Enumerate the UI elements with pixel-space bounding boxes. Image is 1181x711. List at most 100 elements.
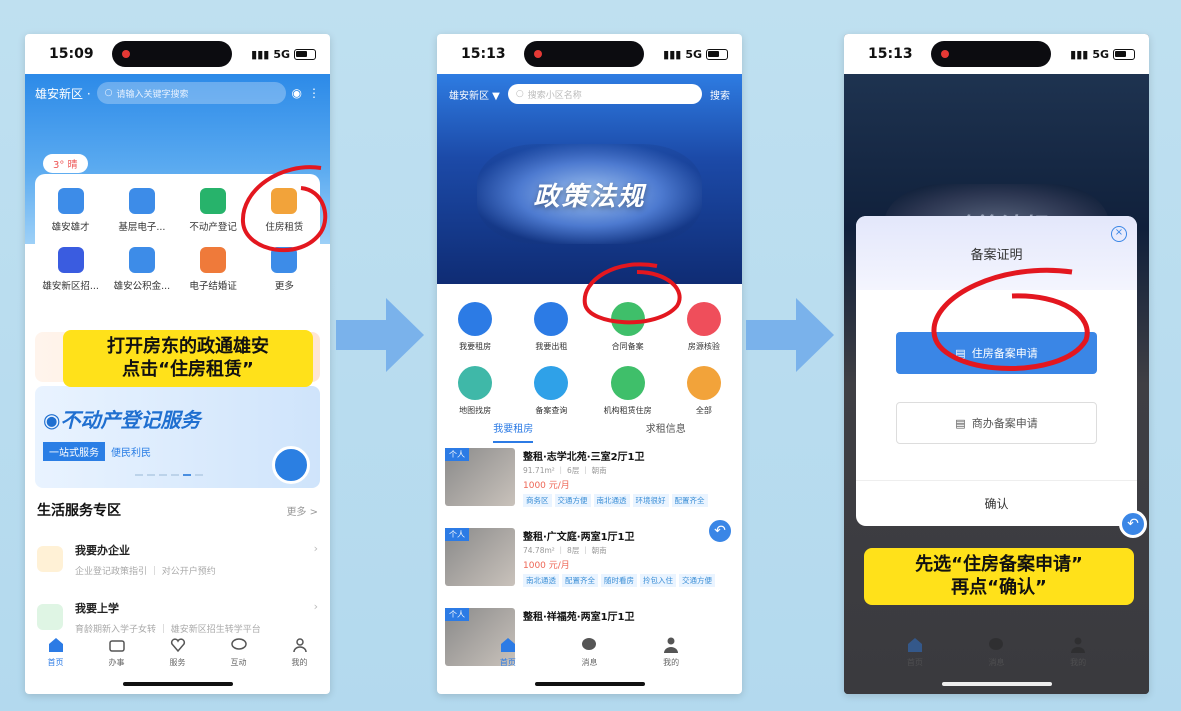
service-icon — [57, 188, 84, 214]
banner-title: ◉不动产登记服务 — [43, 408, 201, 432]
listing-badge: 个人 — [445, 448, 469, 461]
listing-badge: 个人 — [445, 608, 469, 621]
back-float-button[interactable]: ↶ — [706, 517, 734, 545]
banner-tag: 一站式服务 — [43, 442, 105, 461]
service-icon — [128, 188, 155, 214]
tab-mine[interactable]: 我的 — [1069, 636, 1087, 668]
tab-interact[interactable]: 互动 — [230, 636, 248, 668]
tab-home[interactable]: 首页 — [499, 636, 517, 668]
tab-work[interactable]: 办事 — [108, 636, 126, 668]
listing-tag: 交通方便 — [679, 574, 715, 587]
school-icon — [37, 604, 63, 630]
signal-indicator: ▮▮▮ 5G — [1070, 48, 1135, 61]
assistant-robot-icon[interactable] — [272, 446, 310, 484]
back-float-button[interactable]: ↶ — [1119, 510, 1147, 538]
confirm-button[interactable]: 确认 — [856, 480, 1137, 526]
search-input[interactable]: ○ 搜索小区名称 — [507, 84, 702, 104]
search-icon: ○ — [515, 89, 524, 99]
function-item[interactable]: 机构租赁住房 — [590, 366, 666, 416]
listing-item[interactable]: 个人 整租·广文庭·两室1厅1卫 74.78m² ｜ 8层 ｜ 朝南 1000 元/月… — [445, 528, 734, 587]
listing-tag: 配置齐全 — [671, 494, 708, 507]
function-item[interactable]: 我要租房 — [437, 302, 513, 352]
tab-rent[interactable]: 我要租房 — [493, 420, 534, 443]
clock: 15:13 — [868, 46, 913, 62]
listing-price: 1000 元/月 — [523, 561, 570, 571]
real-estate-banner[interactable]: ◉不动产登记服务 一站式服务 便民利民 — [35, 386, 320, 488]
policy-banner[interactable]: 政策法规 — [477, 144, 702, 244]
dynamic-island — [112, 41, 233, 67]
function-item[interactable]: 全部 — [666, 366, 742, 416]
red-circle-annotation — [582, 262, 682, 325]
tab-mine[interactable]: 我的 — [291, 636, 309, 668]
chevron-right-icon: › — [313, 600, 318, 613]
status-bar: 15:13 ▮▮▮ 5G — [844, 34, 1149, 74]
function-icon — [534, 366, 569, 400]
grid-item[interactable]: 雄安雄才 — [35, 188, 106, 233]
bottom-tab-bar: 首页 办事 服务 互动 我的 — [25, 636, 330, 668]
search-icon: ○ — [104, 88, 113, 98]
listing-meta: 91.71m² ｜ 6层 ｜ 朝南 — [523, 466, 607, 475]
battery-icon — [706, 48, 728, 60]
tab-messages[interactable]: 消息 — [580, 636, 598, 668]
listing-tag: 南北通透 — [593, 494, 630, 507]
phone-screen-2: 15:13 ▮▮▮ 5G 雄安新区 ▼ ○ 搜索小区名称 搜索 政策法规 我要租房… — [437, 34, 742, 694]
tab-messages[interactable]: 消息 — [987, 636, 1005, 668]
region-selector[interactable]: 雄安新区 · — [35, 85, 91, 102]
listing-tag: 配置齐全 — [562, 574, 598, 587]
battery-icon — [294, 48, 316, 60]
listing-tag: 随时看房 — [601, 574, 637, 587]
tab-service[interactable]: 服务 — [169, 636, 187, 668]
listing-tag: 交通方便 — [554, 494, 591, 507]
battery-icon — [1113, 48, 1135, 60]
search-button[interactable]: 搜索 — [710, 87, 730, 102]
service-item-school[interactable]: 我要上学 育龄期新入学子女转 ｜ 雄安新区招生转学平台 › — [37, 600, 318, 635]
listing-meta: 74.78m² ｜ 8层 ｜ 朝南 — [523, 546, 607, 555]
status-bar: 15:09 ▮▮▮ 5G — [25, 34, 330, 74]
section-more-link[interactable]: 更多 > — [286, 503, 318, 518]
home-indicator — [122, 682, 233, 686]
service-item-company[interactable]: 我要办企业 企业登记政策指引 ｜ 对公开户预约 › — [37, 542, 318, 577]
clock: 15:09 — [49, 46, 94, 62]
grid-item[interactable]: 基层电子... — [106, 188, 177, 233]
tab-mine[interactable]: 我的 — [662, 636, 680, 668]
function-icon — [458, 302, 493, 336]
bottom-tab-bar: 首页 消息 我的 — [844, 636, 1149, 668]
tab-seek[interactable]: 求租信息 — [646, 420, 686, 443]
close-icon[interactable]: × — [1111, 226, 1127, 242]
profile-icon[interactable]: ◉ — [292, 86, 302, 100]
red-circle-annotation — [931, 267, 1090, 371]
dialog-title: 备案证明 — [970, 247, 1023, 263]
phone-screen-3: 15:13 ▮▮▮5G 政策法规 备案证明 × ▤ 住房备案申请 ▤ 商办备案申… — [844, 34, 1149, 694]
search-input[interactable]: ○ 请输入关键字搜索 — [96, 82, 286, 104]
listing-photo: 个人 — [445, 448, 515, 506]
listing-tag: 环境很好 — [632, 494, 669, 507]
region-selector[interactable]: 雄安新区 ▼ — [449, 87, 500, 102]
header-banner: 雄安新区 ▼ ○ 搜索小区名称 搜索 政策法规 — [437, 74, 742, 284]
function-item[interactable]: 备案查询 — [513, 366, 589, 416]
commercial-filing-button[interactable]: ▤ 商办备案申请 — [896, 402, 1097, 444]
listing-badge: 个人 — [445, 528, 469, 541]
service-icon — [57, 247, 84, 273]
function-icon — [458, 366, 493, 400]
service-icon — [200, 247, 227, 273]
service-icon — [200, 188, 227, 214]
listing-item[interactable]: 个人 整租·志学北苑·三室2厅1卫 91.71m² ｜ 6层 ｜ 朝南 1000 元/… — [445, 448, 734, 507]
company-icon — [37, 546, 63, 572]
signal-indicator: ▮▮▮ 5G — [251, 48, 316, 61]
grid-item[interactable]: 雄安新区招... — [35, 247, 106, 292]
listing-tag: 南北通透 — [523, 574, 559, 587]
function-icon — [610, 366, 645, 400]
tab-home[interactable]: 首页 — [47, 636, 65, 668]
signal-indicator: ▮▮▮ 5G — [663, 48, 728, 61]
tab-home[interactable]: 首页 — [906, 636, 924, 668]
service-icon — [128, 247, 155, 273]
arrow-right-icon — [746, 298, 834, 372]
function-item[interactable]: 地图找房 — [437, 366, 513, 416]
status-bar: 15:13 ▮▮▮ 5G — [437, 34, 742, 74]
grid-item[interactable]: 雄安公积金... — [106, 247, 177, 292]
chevron-right-icon: › — [313, 542, 318, 555]
clock: 15:13 — [461, 46, 506, 62]
more-icon[interactable]: ⋮ — [308, 86, 320, 100]
dynamic-island — [931, 41, 1052, 67]
section-title: 生活服务专区 — [37, 503, 121, 519]
